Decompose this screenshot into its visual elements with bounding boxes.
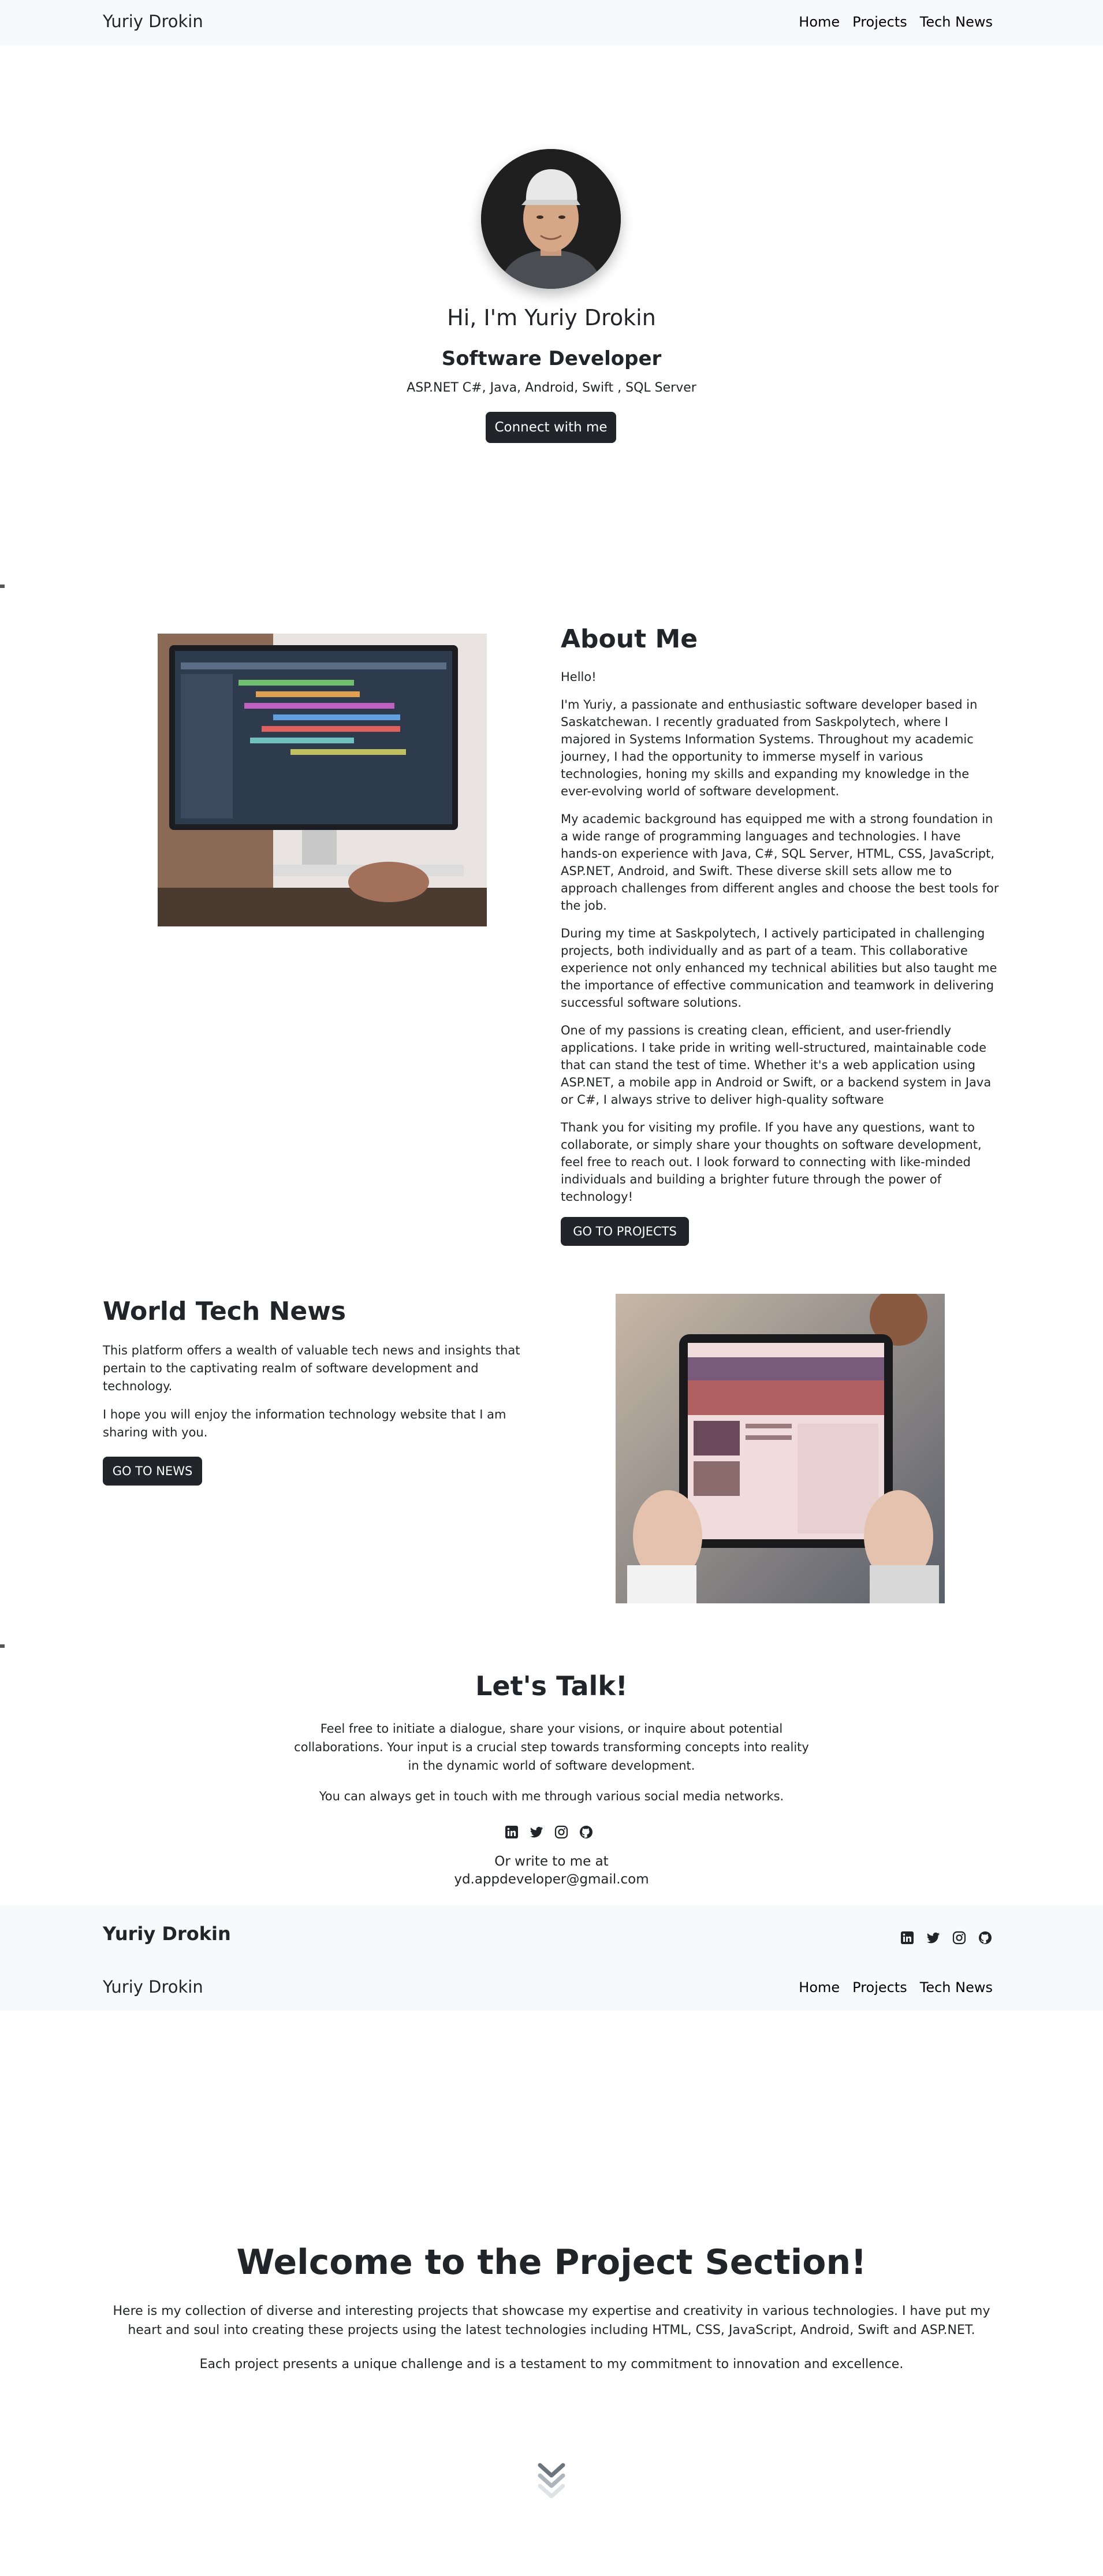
- hero-tech-list: ASP.NET C#, Java, Android, Swift , SQL S…: [407, 381, 696, 395]
- about-text: Hello! I'm Yuriy, a passionate and enthu…: [561, 668, 1000, 1216]
- talk-title: Let's Talk!: [475, 1670, 628, 1702]
- left-edge-marker: [0, 585, 5, 588]
- nav-links: Home Projects Tech News: [799, 1979, 993, 1996]
- email-link[interactable]: yd.appdeveloper@gmail.com: [0, 1872, 1103, 1887]
- hero-role: Software Developer: [441, 347, 662, 370]
- news-paragraph: This platform offers a wealth of valuabl…: [103, 1343, 520, 1393]
- twitter-icon[interactable]: [926, 1931, 940, 1945]
- top-navbar: Yuriy Drokin Home Projects Tech News: [0, 0, 1103, 45]
- linkedin-icon[interactable]: [900, 1931, 914, 1945]
- profile-avatar: [481, 149, 621, 289]
- nav-link-tech-news[interactable]: Tech News: [920, 1979, 993, 1996]
- github-icon[interactable]: [579, 1825, 593, 1839]
- projects-title: Welcome to the Project Section!: [236, 2242, 867, 2283]
- nav-link-projects[interactable]: Projects: [852, 1979, 907, 1996]
- nav-link-home[interactable]: Home: [799, 14, 840, 30]
- scroll-down-icon[interactable]: [536, 2462, 567, 2502]
- instagram-icon[interactable]: [952, 1931, 966, 1945]
- about-paragraph: During my time at Saskpolytech, I active…: [561, 926, 997, 1010]
- about-paragraph: Thank you for visiting my profile. If yo…: [561, 1121, 982, 1204]
- footer-social-links: [900, 1931, 992, 1945]
- about-paragraph: One of my passions is creating clean, ef…: [561, 1023, 992, 1107]
- talk-text: Feel free to initiate a dialogue, share …: [294, 1722, 809, 1773]
- news-title: World Tech News: [103, 1297, 346, 1326]
- nav-brand[interactable]: Yuriy Drokin: [103, 12, 203, 31]
- write-to-me-label: Or write to me at: [494, 1854, 609, 1869]
- nav-link-tech-news[interactable]: Tech News: [920, 14, 993, 30]
- twitter-icon[interactable]: [530, 1825, 543, 1839]
- about-image: [158, 634, 487, 926]
- about-paragraph: Hello!: [561, 670, 597, 684]
- talk-subtext: You can always get in touch with me thro…: [319, 1789, 784, 1803]
- go-to-projects-button[interactable]: GO TO PROJECTS: [561, 1217, 689, 1246]
- news-paragraph: I hope you will enjoy the information te…: [103, 1408, 506, 1439]
- about-paragraph: My academic background has equipped me w…: [561, 812, 999, 913]
- left-edge-marker: [0, 1644, 5, 1648]
- nav-link-projects[interactable]: Projects: [852, 14, 907, 30]
- footer-brand: Yuriy Drokin: [103, 1923, 231, 1945]
- projects-navbar: Yuriy Drokin Home Projects Tech News: [0, 1962, 1103, 2011]
- news-image: [616, 1294, 945, 1603]
- nav-brand[interactable]: Yuriy Drokin: [103, 1977, 203, 1997]
- about-title: About Me: [561, 624, 698, 654]
- projects-intro-secondary: Each project presents a unique challenge…: [199, 2357, 904, 2372]
- instagram-icon[interactable]: [554, 1825, 568, 1839]
- go-to-news-button[interactable]: GO TO NEWS: [103, 1457, 202, 1486]
- connect-button[interactable]: Connect with me: [486, 412, 616, 443]
- footer: Yuriy Drokin: [0, 1905, 1103, 1962]
- news-text: This platform offers a wealth of valuabl…: [103, 1342, 547, 1452]
- nav-links: Home Projects Tech News: [799, 14, 993, 30]
- github-icon[interactable]: [978, 1931, 992, 1945]
- about-paragraph: I'm Yuriy, a passionate and enthusiastic…: [561, 698, 978, 798]
- hero-greeting: Hi, I'm Yuriy Drokin: [447, 305, 656, 330]
- linkedin-icon[interactable]: [505, 1825, 519, 1839]
- projects-intro: Here is my collection of diverse and int…: [113, 2304, 990, 2337]
- nav-link-home[interactable]: Home: [799, 1979, 840, 1996]
- social-links: [505, 1825, 593, 1839]
